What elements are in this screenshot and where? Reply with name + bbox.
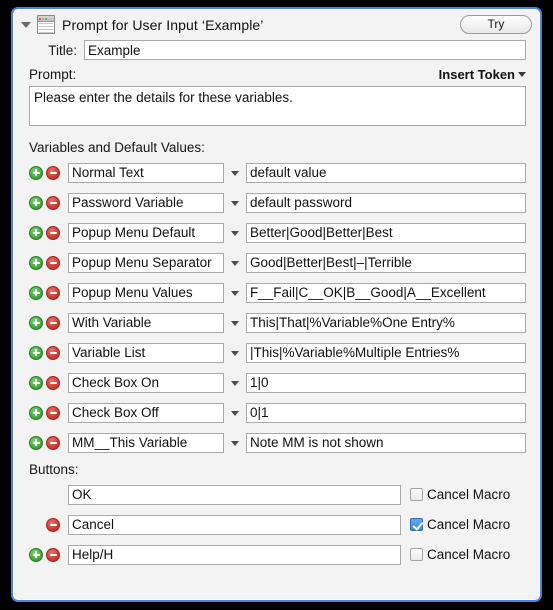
prompt-label-row: Prompt: Insert Token [29, 67, 526, 82]
cancel-macro-label: Cancel Macro [427, 517, 511, 532]
minus-circle-icon[interactable] [46, 405, 60, 420]
title-field-row: Title: [29, 40, 526, 60]
variable-value-input[interactable] [246, 432, 526, 453]
button-row: Cancel Macro [29, 514, 526, 535]
title-input[interactable] [84, 40, 526, 60]
minus-circle-icon[interactable] [46, 375, 60, 390]
cancel-macro-label: Cancel Macro [427, 547, 511, 562]
insert-token-menu[interactable]: Insert Token [439, 67, 526, 82]
variable-value-input[interactable] [246, 162, 526, 183]
prompt-textarea[interactable] [29, 86, 526, 126]
title-label: Title: [48, 42, 77, 58]
plus-circle-icon[interactable] [29, 165, 43, 180]
minus-circle-icon[interactable] [46, 255, 60, 270]
variable-name-input[interactable] [68, 222, 224, 243]
variable-value-input[interactable] [246, 282, 526, 303]
chevron-down-icon [518, 72, 526, 77]
variable-value-input[interactable] [246, 222, 526, 243]
cancel-macro-label: Cancel Macro [427, 487, 511, 502]
variable-menu-chevron-down-icon[interactable] [224, 343, 246, 363]
plus-circle-icon[interactable] [29, 225, 43, 240]
plus-circle-icon[interactable] [29, 435, 43, 450]
cancel-macro-checkbox-group[interactable]: Cancel Macro [410, 547, 526, 562]
minus-circle-icon[interactable] [46, 165, 60, 180]
panel-title: Prompt for User Input ‘Example’ [62, 16, 264, 33]
variable-menu-chevron-down-icon[interactable] [224, 313, 246, 333]
variable-row [29, 252, 526, 273]
button-name-input[interactable] [68, 544, 401, 565]
variable-value-input[interactable] [246, 342, 526, 363]
variable-menu-chevron-down-icon[interactable] [224, 163, 246, 183]
variable-row [29, 222, 526, 243]
variable-name-input[interactable] [68, 402, 224, 423]
minus-circle-icon[interactable] [46, 435, 60, 450]
variable-row [29, 312, 526, 333]
panel-header: Prompt for User Input ‘Example’ Try [13, 9, 540, 40]
variable-menu-chevron-down-icon[interactable] [224, 223, 246, 243]
minus-circle-icon[interactable] [46, 225, 60, 240]
plus-circle-icon[interactable] [29, 285, 43, 300]
buttons-section-label: Buttons: [29, 462, 79, 477]
minus-circle-icon[interactable] [46, 345, 60, 360]
variable-name-input[interactable] [68, 342, 224, 363]
variable-value-input[interactable] [246, 402, 526, 423]
window-prompt-icon [37, 15, 55, 34]
plus-circle-icon[interactable] [29, 405, 43, 420]
variable-menu-chevron-down-icon[interactable] [224, 373, 246, 393]
variable-row [29, 282, 526, 303]
prompt-label: Prompt: [29, 67, 77, 82]
variable-name-input[interactable] [68, 372, 224, 393]
plus-circle-icon[interactable] [29, 315, 43, 330]
variables-list [29, 162, 526, 453]
plus-circle-icon[interactable] [29, 255, 43, 270]
variables-section-label: Variables and Default Values: [29, 140, 205, 155]
variable-row [29, 402, 526, 423]
cancel-macro-checkbox[interactable] [410, 548, 423, 561]
variable-row [29, 372, 526, 393]
minus-circle-icon[interactable] [46, 195, 60, 210]
variable-name-input[interactable] [68, 432, 224, 453]
variable-menu-chevron-down-icon[interactable] [224, 193, 246, 213]
minus-circle-icon[interactable] [46, 547, 60, 562]
button-name-input[interactable] [68, 514, 401, 535]
variable-row [29, 342, 526, 363]
disclosure-triangle-icon[interactable] [19, 18, 33, 32]
cancel-macro-checkbox-group[interactable]: Cancel Macro [410, 517, 526, 532]
try-button[interactable]: Try [460, 15, 532, 34]
buttons-list: Cancel Macro Cancel Macro Cancel Macro [29, 484, 526, 565]
plus-circle-icon[interactable] [29, 345, 43, 360]
cancel-macro-checkbox-group[interactable]: Cancel Macro [410, 487, 526, 502]
button-row: Cancel Macro [29, 544, 526, 565]
variable-menu-chevron-down-icon[interactable] [224, 433, 246, 453]
variable-name-input[interactable] [68, 162, 224, 183]
variable-name-input[interactable] [68, 282, 224, 303]
minus-circle-icon[interactable] [46, 315, 60, 330]
variable-name-input[interactable] [68, 312, 224, 333]
variable-menu-chevron-down-icon[interactable] [224, 283, 246, 303]
plus-circle-icon[interactable] [29, 375, 43, 390]
minus-circle-icon[interactable] [46, 285, 60, 300]
variable-row [29, 432, 526, 453]
minus-circle-icon[interactable] [46, 517, 60, 532]
variable-value-input[interactable] [246, 312, 526, 333]
variable-menu-chevron-down-icon[interactable] [224, 253, 246, 273]
variable-row [29, 162, 526, 183]
prompt-for-user-input-action-panel: Prompt for User Input ‘Example’ Try Titl… [11, 7, 542, 602]
cancel-macro-checkbox[interactable] [410, 488, 423, 501]
plus-circle-icon[interactable] [29, 547, 43, 562]
plus-circle-icon[interactable] [29, 195, 43, 210]
variable-value-input[interactable] [246, 372, 526, 393]
button-row: Cancel Macro [29, 484, 526, 505]
variable-name-input[interactable] [68, 192, 224, 213]
variable-menu-chevron-down-icon[interactable] [224, 403, 246, 423]
button-name-input[interactable] [68, 484, 401, 505]
variable-value-input[interactable] [246, 252, 526, 273]
variable-row [29, 192, 526, 213]
insert-token-label: Insert Token [438, 67, 515, 82]
variable-name-input[interactable] [68, 252, 224, 273]
panel-body: Title: Prompt: Insert Token Variables an… [13, 40, 540, 565]
cancel-macro-checkbox[interactable] [410, 518, 423, 531]
variable-value-input[interactable] [246, 192, 526, 213]
screen: Prompt for User Input ‘Example’ Try Titl… [0, 0, 553, 610]
